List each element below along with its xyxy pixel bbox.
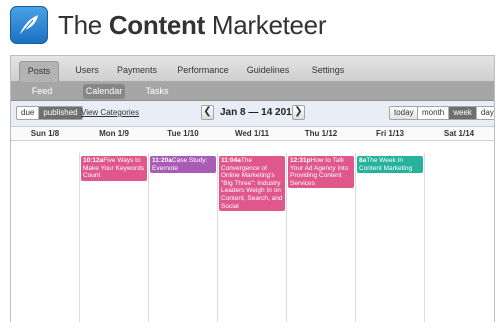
day-column-sun[interactable]: [11, 153, 80, 322]
calendar-event[interactable]: 10:12aFive Ways to Make Your Keywords Co…: [81, 156, 147, 181]
filter-published-button[interactable]: published: [39, 107, 82, 119]
calendar-event[interactable]: 11:04aThe Convergence of Online Marketin…: [219, 156, 285, 212]
tab-users[interactable]: Users: [67, 61, 107, 82]
calendar-event[interactable]: 12:31pHow to Talk Your Ad Agency Into Pr…: [288, 156, 354, 189]
tab-performance[interactable]: Performance: [173, 61, 233, 82]
view-switcher: month week day: [417, 106, 494, 120]
day-header: Fri 1/13: [375, 129, 404, 138]
day-header: Sat 1/14: [443, 129, 475, 138]
subtab-calendar[interactable]: Calendar: [83, 84, 125, 99]
filter-due-button[interactable]: due: [17, 107, 40, 119]
calendar-event[interactable]: 8aThe Week In Content Marketing: [357, 156, 423, 174]
day-header: Wed 1/11: [234, 129, 270, 138]
tab-posts[interactable]: Posts: [19, 61, 59, 82]
day-header-row: Sun 1/8 Mon 1/9 Tue 1/10 Wed 1/11 Thu 1/…: [11, 127, 494, 141]
view-categories-link[interactable]: View Categories: [81, 108, 139, 117]
day-header: Tue 1/10: [167, 129, 199, 138]
calendar-event[interactable]: 11:20aCase Study: Evernote: [150, 156, 216, 174]
date-range: Jan 8 — 14 2012: [220, 107, 298, 118]
tab-settings[interactable]: Settings: [307, 61, 349, 82]
main-tabs: Posts Users Payments Performance Guideli…: [11, 56, 494, 82]
day-column-tue[interactable]: [149, 153, 218, 322]
week-grid: 10:12aFive Ways to Make Your Keywords Co…: [11, 153, 494, 322]
day-header: Mon 1/9: [99, 129, 129, 138]
quill-feather-icon: [10, 6, 48, 44]
status-filter: due published: [16, 106, 83, 120]
tab-payments[interactable]: Payments: [113, 61, 161, 82]
day-column-fri[interactable]: [356, 153, 425, 322]
subtab-feed[interactable]: Feed: [25, 84, 59, 99]
day-header: Thu 1/12: [304, 129, 338, 138]
view-day-button[interactable]: day: [477, 107, 494, 119]
sub-tabs: Feed Calendar Tasks: [11, 82, 494, 101]
app-window: Posts Users Payments Performance Guideli…: [10, 55, 495, 322]
prev-week-button[interactable]: ❮: [201, 105, 214, 120]
calendar-toolbar: due published View Categories ❮ Jan 8 — …: [11, 101, 494, 127]
subtab-tasks[interactable]: Tasks: [139, 84, 175, 99]
view-week-button[interactable]: week: [449, 107, 477, 119]
brand-name: The Content Marketeer: [58, 9, 327, 40]
brand-logo: The Content Marketeer: [10, 4, 327, 46]
view-month-button[interactable]: month: [418, 107, 450, 119]
tab-guidelines[interactable]: Guidelines: [243, 61, 293, 82]
day-column-sat[interactable]: [425, 153, 494, 322]
day-header: Sun 1/8: [30, 129, 60, 138]
today-button[interactable]: today: [389, 106, 419, 120]
next-week-button[interactable]: ❯: [292, 105, 305, 120]
